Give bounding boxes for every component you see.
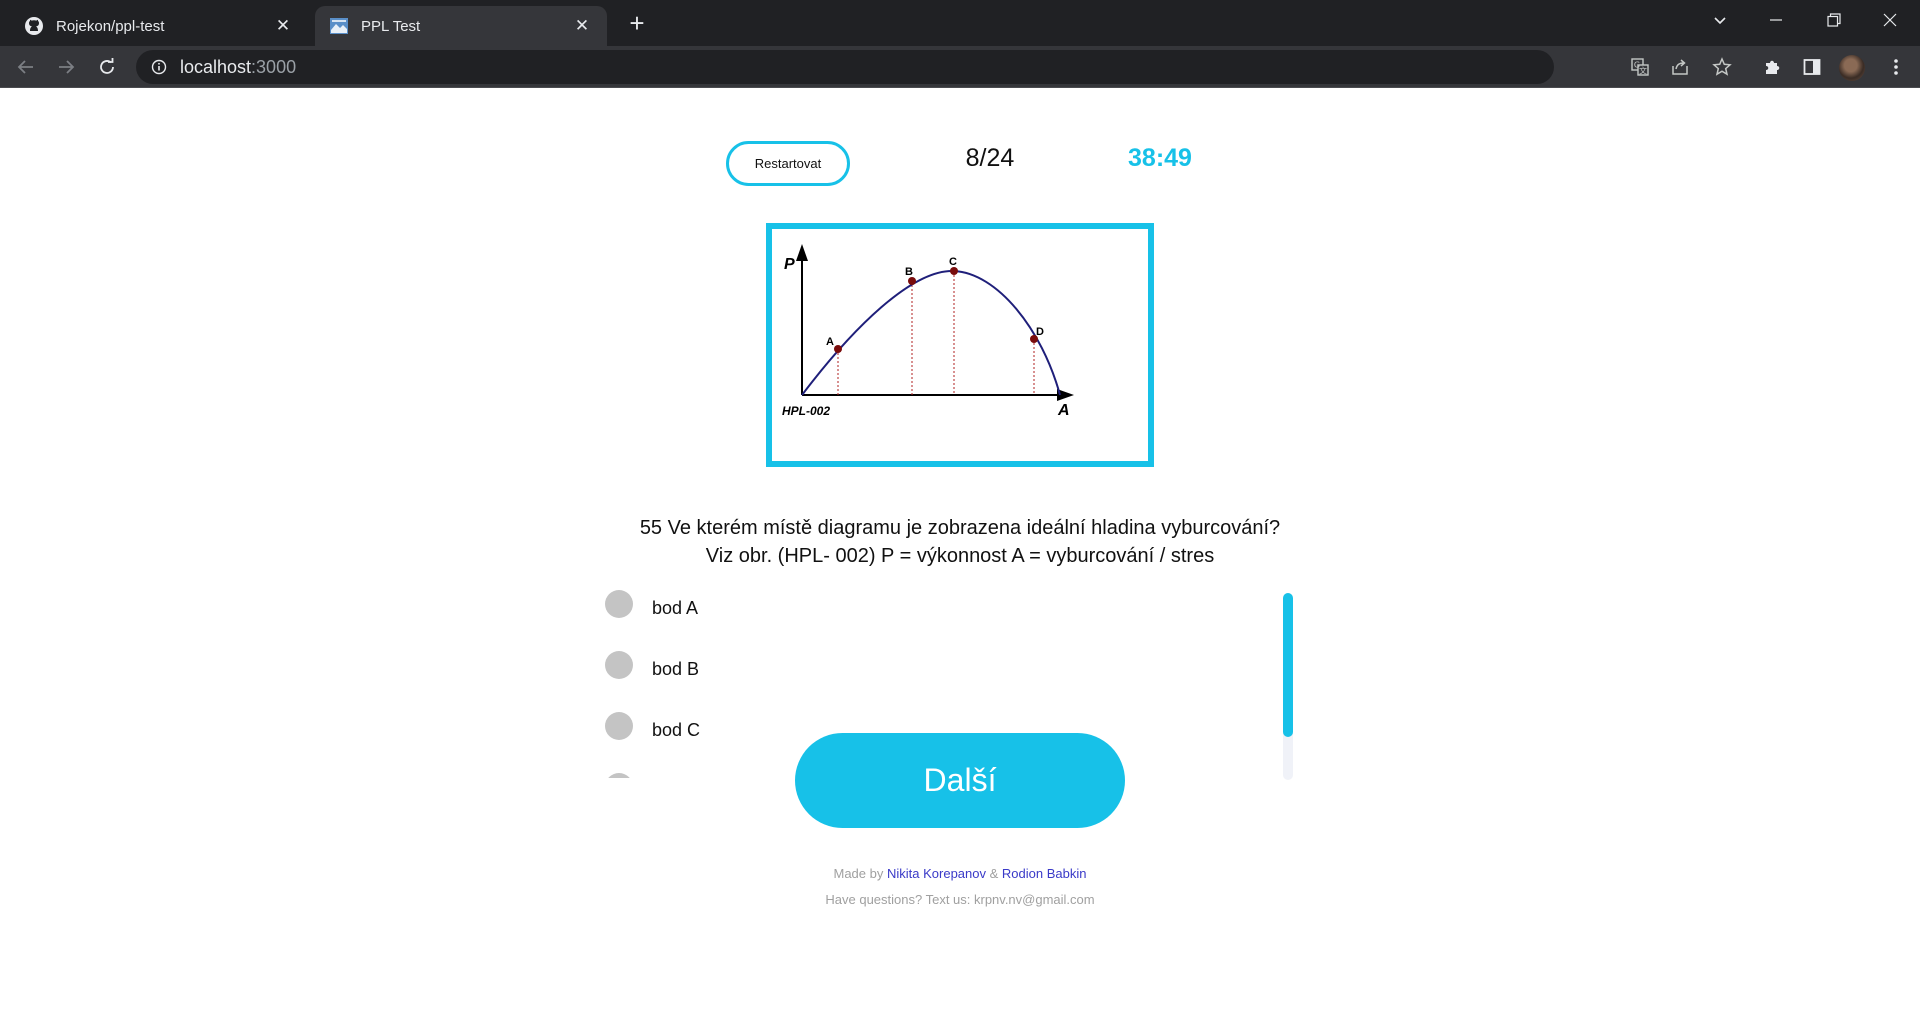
back-icon[interactable] [10,51,42,83]
point-c [950,267,958,275]
github-icon [24,16,44,36]
url-port: :3000 [251,56,297,77]
author-link-1[interactable]: Nikita Korepanov [887,866,986,881]
reload-icon[interactable] [91,51,123,83]
chevron-down-icon[interactable] [1700,4,1740,36]
restart-button[interactable]: Restartovat [726,141,850,186]
new-tab-icon[interactable]: + [622,8,652,38]
svg-text:G: G [1634,61,1640,70]
author-link-2[interactable]: Rodion Babkin [1002,866,1087,881]
x-axis-label: A [1057,402,1070,419]
tab-title: Rojekon/ppl-test [56,17,165,35]
tab-ppl-test[interactable]: PPL Test ✕ [315,6,607,46]
y-axis-label: P [784,256,795,273]
browser-toolbar: localhost:3000 文G [0,46,1920,88]
footer-credits: Made by Nikita Korepanov & Rodion Babkin [0,866,1920,881]
next-button[interactable]: Další [795,733,1125,828]
site-favicon-icon [329,16,349,36]
bookmark-star-icon[interactable] [1706,51,1738,83]
extensions-icon[interactable] [1756,51,1788,83]
answer-label: bod B [652,658,700,679]
minimize-icon[interactable] [1748,0,1804,40]
forward-icon[interactable] [50,51,82,83]
share-icon[interactable] [1664,51,1696,83]
question-figure: P A HPL-002 A B C D [766,223,1154,467]
radio-button[interactable] [605,712,633,740]
point-a [834,345,842,353]
close-tab-icon[interactable]: ✕ [571,15,593,37]
y-axis-arrow [796,244,808,261]
question-progress: 8/24 [965,144,1015,172]
answers-scrollbar-thumb[interactable] [1283,593,1293,737]
radio-button[interactable] [605,651,633,679]
footer-made-by: Made by [833,866,884,881]
quiz-page: Restartovat 8/24 38:49 P A HPL-002 A B C… [0,88,1920,1029]
answer-option-c[interactable]: bod C [600,710,700,750]
side-panel-icon[interactable] [1796,51,1828,83]
menu-kebab-icon[interactable] [1880,51,1912,83]
countdown-timer: 38:49 [1128,144,1192,172]
answer-option-a[interactable]: bod A [600,588,698,628]
point-b [908,277,916,285]
tab-github[interactable]: Rojekon/ppl-test ✕ [10,6,308,46]
point-label-b: B [905,266,913,278]
footer-contact: Have questions? Text us: krpnv.nv@gmail.… [825,892,1095,907]
browser-tab-bar: Rojekon/ppl-test ✕ PPL Test ✕ + [0,0,1920,46]
answer-label: bod A [652,597,699,618]
svg-text:文: 文 [1639,66,1647,76]
answer-label: bod C [652,719,701,740]
figure-code: HPL-002 [782,404,830,418]
performance-curve [801,269,1061,396]
point-label-d: D [1036,326,1044,338]
radio-button[interactable] [605,590,633,618]
site-info-icon[interactable] [150,58,168,76]
url-host: localhost [180,56,252,77]
answer-option-b[interactable]: bod B [600,649,699,689]
profile-avatar[interactable] [1839,55,1865,81]
question-line-1: 55 Ve kterém místě diagramu je zobrazena… [639,517,1281,539]
question-text: 55 Ve kterém místě diagramu je zobrazena… [560,514,1360,570]
radio-button[interactable] [605,773,633,778]
translate-icon[interactable]: 文G [1624,51,1656,83]
close-tab-icon[interactable]: ✕ [272,15,294,37]
point-label-c: C [949,256,957,268]
address-bar[interactable]: localhost:3000 [136,50,1554,84]
performance-curve-diagram: P A HPL-002 A B C D [782,244,1074,419]
close-window-icon[interactable] [1862,0,1918,40]
question-line-2: Viz obr. (HPL- 002) P = výkonnost A = vy… [705,545,1215,567]
footer-amp: & [989,866,999,881]
answer-option-partial[interactable] [600,771,652,778]
restore-icon[interactable] [1806,0,1862,40]
tab-title: PPL Test [361,17,421,35]
point-label-a: A [826,336,834,348]
